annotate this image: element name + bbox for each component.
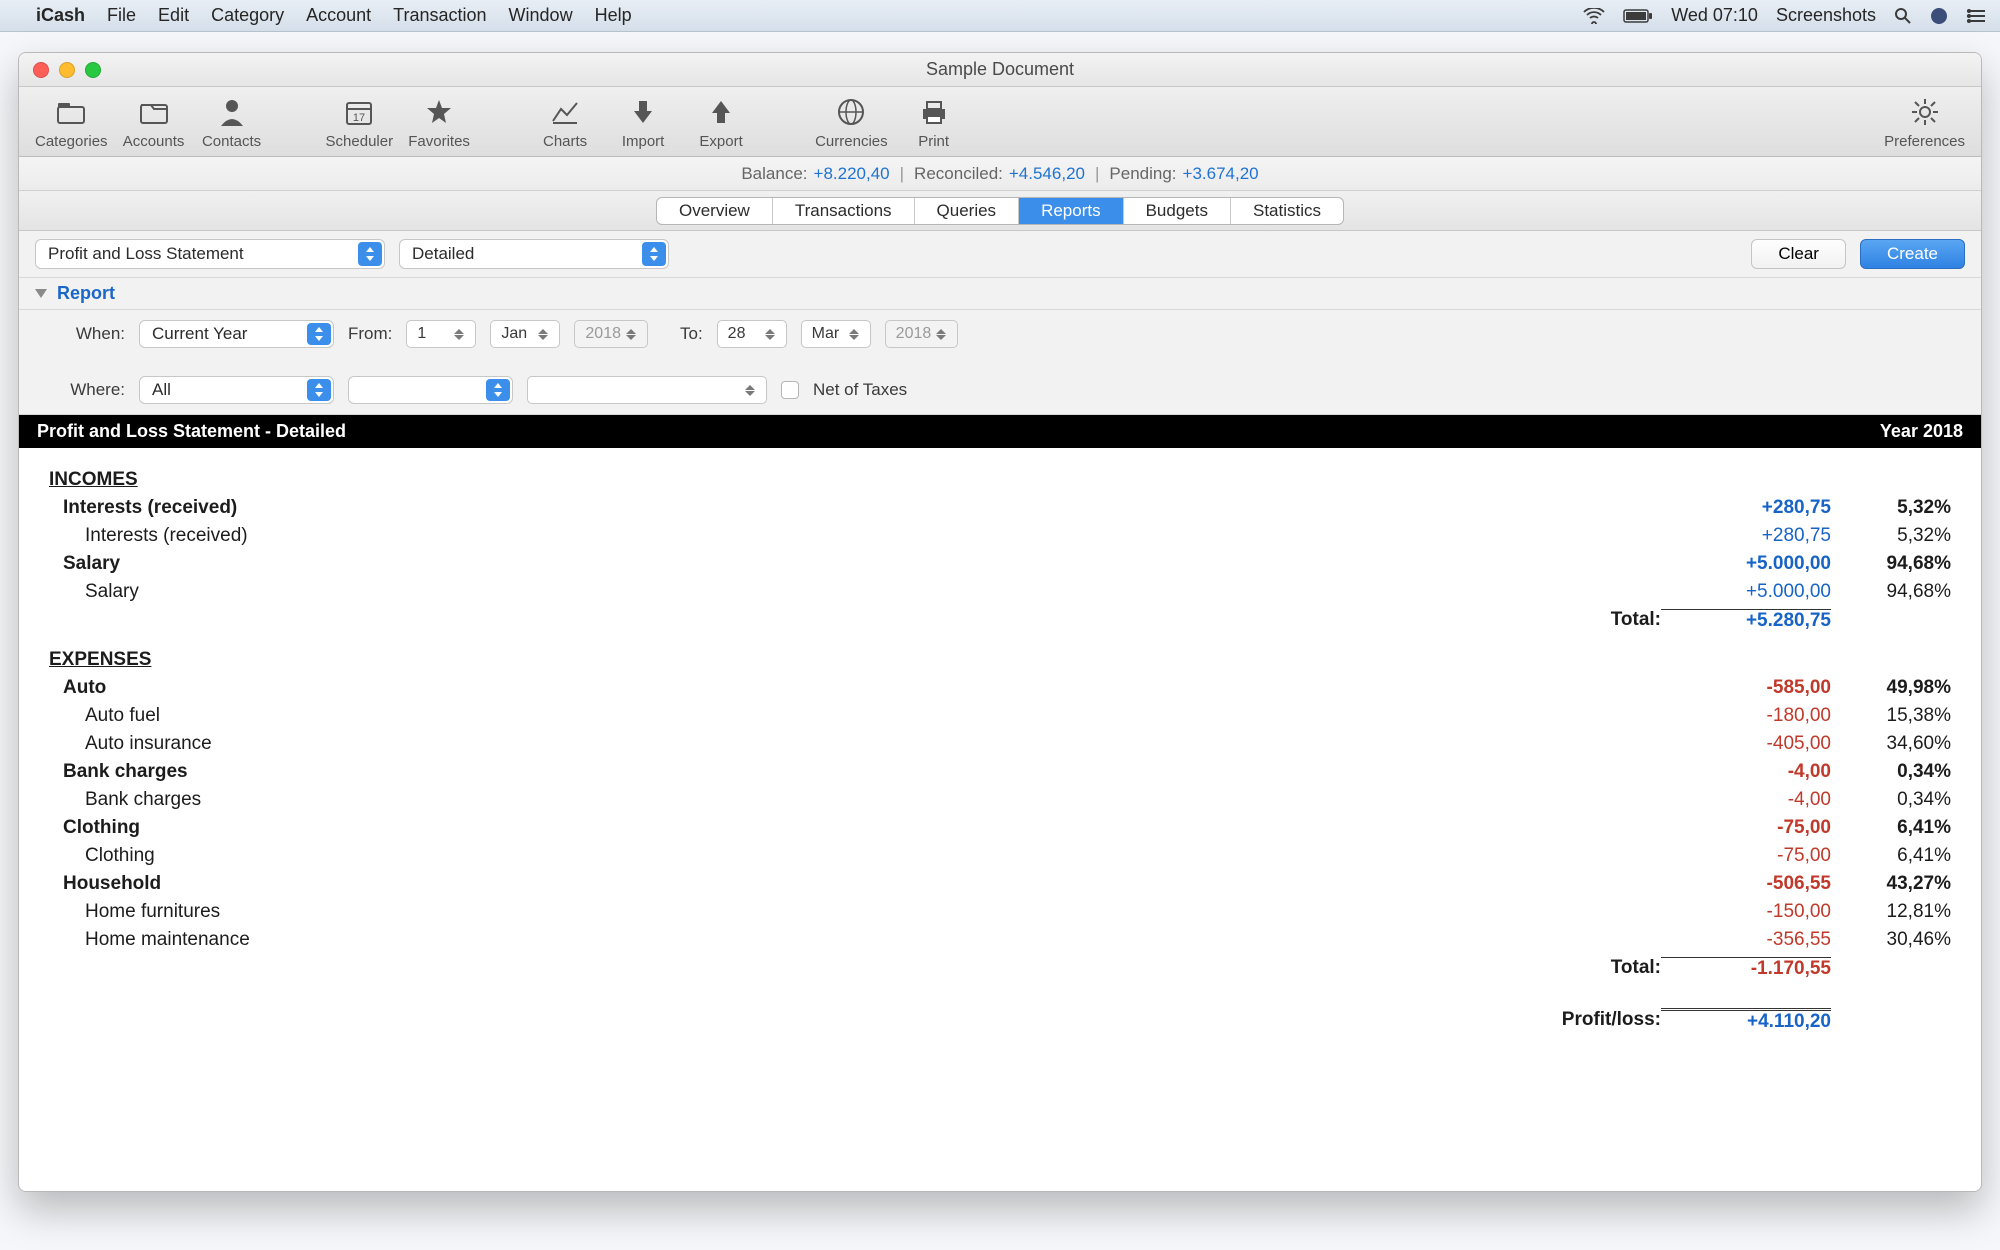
where-category-select[interactable] bbox=[348, 376, 513, 404]
to-year-select[interactable]: 2018 bbox=[885, 320, 959, 348]
to-day-select[interactable]: 28 bbox=[717, 320, 787, 348]
print-button[interactable]: Print bbox=[902, 95, 966, 150]
siri-icon[interactable] bbox=[1930, 7, 1948, 25]
menu-edit[interactable]: Edit bbox=[158, 5, 189, 26]
app-name[interactable]: iCash bbox=[36, 5, 85, 26]
pending-label: Pending: bbox=[1109, 164, 1176, 184]
to-label: To: bbox=[680, 324, 703, 344]
to-month-select[interactable]: Mar bbox=[801, 320, 871, 348]
when-select[interactable]: Current Year bbox=[139, 320, 334, 348]
chevron-updown-icon bbox=[642, 242, 666, 266]
minimize-window-button[interactable] bbox=[59, 62, 75, 78]
where-label: Where: bbox=[55, 380, 125, 400]
contacts-button[interactable]: Contacts bbox=[200, 95, 264, 150]
tabs-row: Overview Transactions Queries Reports Bu… bbox=[19, 191, 1981, 231]
profit-loss-value: +4.110,20 bbox=[1661, 1008, 1831, 1033]
import-button[interactable]: Import bbox=[611, 95, 675, 150]
folder-icon bbox=[139, 95, 169, 129]
net-of-taxes-label: Net of Taxes bbox=[813, 380, 907, 400]
preferences-button[interactable]: Preferences bbox=[1884, 95, 1965, 150]
tab-budgets[interactable]: Budgets bbox=[1124, 198, 1231, 224]
create-button[interactable]: Create bbox=[1860, 239, 1965, 269]
menu-transaction[interactable]: Transaction bbox=[393, 5, 486, 26]
report-type-select[interactable]: Profit and Loss Statement bbox=[35, 239, 385, 269]
balance-label: Balance: bbox=[741, 164, 807, 184]
disclosure-triangle-icon bbox=[35, 289, 47, 298]
profit-loss-label: Profit/loss: bbox=[1461, 1009, 1661, 1031]
tab-statistics[interactable]: Statistics bbox=[1231, 198, 1343, 224]
battery-icon[interactable] bbox=[1623, 9, 1653, 23]
pending-value: +3.674,20 bbox=[1183, 164, 1259, 184]
from-month-select[interactable]: Jan bbox=[490, 320, 560, 348]
where-select[interactable]: All bbox=[139, 376, 334, 404]
star-icon bbox=[425, 95, 453, 129]
menu-file[interactable]: File bbox=[107, 5, 136, 26]
import-icon bbox=[632, 95, 654, 129]
printer-icon bbox=[919, 95, 949, 129]
tab-overview[interactable]: Overview bbox=[657, 198, 773, 224]
zoom-window-button[interactable] bbox=[85, 62, 101, 78]
toolbar: Categories Accounts Contacts 17 Schedule… bbox=[19, 87, 1981, 157]
chevron-updown-icon bbox=[486, 379, 510, 401]
export-button[interactable]: Export bbox=[689, 95, 753, 150]
clear-button[interactable]: Clear bbox=[1751, 239, 1846, 269]
menu-window[interactable]: Window bbox=[509, 5, 573, 26]
incomes-heading: INCOMES bbox=[49, 469, 1461, 491]
mac-menubar: iCash File Edit Category Account Transac… bbox=[0, 0, 2000, 32]
balance-infobar: Balance: +8.220,40 | Reconciled: +4.546,… bbox=[19, 157, 1981, 191]
currencies-button[interactable]: Currencies bbox=[815, 95, 888, 150]
menu-category[interactable]: Category bbox=[211, 5, 284, 26]
expenses-heading: EXPENSES bbox=[49, 649, 1461, 671]
categories-icon bbox=[56, 95, 86, 129]
view-tabs: Overview Transactions Queries Reports Bu… bbox=[656, 197, 1344, 225]
charts-button[interactable]: Charts bbox=[533, 95, 597, 150]
categories-button[interactable]: Categories bbox=[35, 95, 108, 150]
chart-icon bbox=[551, 95, 579, 129]
notifications-icon[interactable] bbox=[1966, 8, 1986, 24]
chevron-updown-icon bbox=[307, 379, 331, 401]
person-icon bbox=[219, 95, 245, 129]
balance-value: +8.220,40 bbox=[814, 164, 890, 184]
accounts-button[interactable]: Accounts bbox=[122, 95, 186, 150]
menubar-time[interactable]: Wed 07:10 bbox=[1671, 5, 1758, 26]
wifi-icon[interactable] bbox=[1583, 8, 1605, 24]
report-section-header[interactable]: Report bbox=[19, 278, 1981, 310]
report-detail-select[interactable]: Detailed bbox=[399, 239, 669, 269]
reconciled-value: +4.546,20 bbox=[1009, 164, 1085, 184]
close-window-button[interactable] bbox=[33, 62, 49, 78]
document-window: Sample Document Categories Accounts Cont… bbox=[18, 52, 1982, 1192]
where-account-select[interactable] bbox=[527, 376, 767, 404]
from-label: From: bbox=[348, 324, 392, 344]
chevron-updown-icon bbox=[307, 323, 331, 345]
titlebar[interactable]: Sample Document bbox=[19, 53, 1981, 87]
svg-text:17: 17 bbox=[353, 112, 365, 124]
report-title-bar: Profit and Loss Statement - Detailed Yea… bbox=[19, 415, 1981, 448]
tab-reports[interactable]: Reports bbox=[1019, 198, 1124, 224]
net-of-taxes-checkbox[interactable] bbox=[781, 381, 799, 399]
report-controls: Profit and Loss Statement Detailed Clear… bbox=[19, 231, 1981, 278]
gear-icon bbox=[1910, 95, 1940, 129]
from-day-select[interactable]: 1 bbox=[406, 320, 476, 348]
window-title: Sample Document bbox=[19, 59, 1981, 80]
reconciled-label: Reconciled: bbox=[914, 164, 1003, 184]
menu-help[interactable]: Help bbox=[595, 5, 632, 26]
report-body: INCOMES Interests (received)+280,755,32%… bbox=[19, 448, 1981, 1191]
report-title-text: Profit and Loss Statement - Detailed bbox=[37, 421, 346, 442]
chevron-updown-icon bbox=[358, 242, 382, 266]
spotlight-icon[interactable] bbox=[1894, 7, 1912, 25]
favorites-button[interactable]: Favorites bbox=[407, 95, 471, 150]
when-label: When: bbox=[55, 324, 125, 344]
calendar-icon: 17 bbox=[345, 95, 373, 129]
tab-queries[interactable]: Queries bbox=[915, 198, 1020, 224]
menu-account[interactable]: Account bbox=[306, 5, 371, 26]
export-icon bbox=[710, 95, 732, 129]
globe-icon bbox=[837, 95, 865, 129]
from-year-select[interactable]: 2018 bbox=[574, 320, 648, 348]
scheduler-button[interactable]: 17 Scheduler bbox=[326, 95, 394, 150]
menubar-app-label[interactable]: Screenshots bbox=[1776, 5, 1876, 26]
tab-transactions[interactable]: Transactions bbox=[773, 198, 915, 224]
report-period: Year 2018 bbox=[1880, 421, 1963, 442]
